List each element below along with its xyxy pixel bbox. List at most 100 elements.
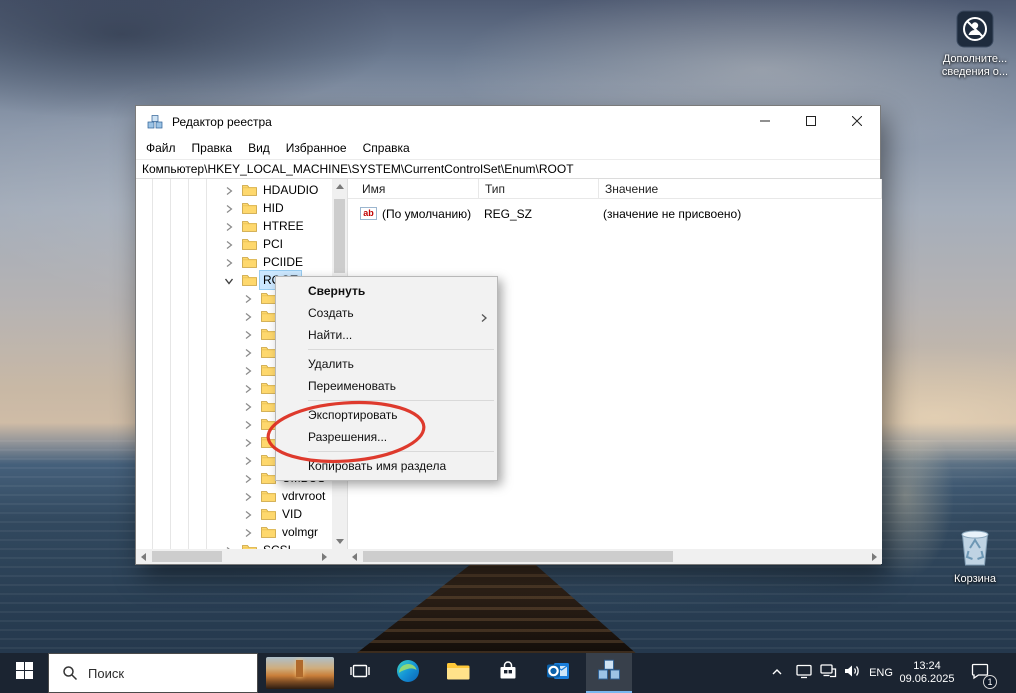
tray-expand-button[interactable] [764, 653, 790, 693]
scroll-right-button[interactable] [867, 549, 882, 564]
column-header-1[interactable]: Имя [348, 179, 479, 199]
desktop-shortcut-info[interactable]: Дополните... сведения о... [935, 10, 1015, 79]
context-menu-item[interactable]: Переименовать [276, 375, 497, 397]
chevron-collapsed-icon[interactable] [243, 455, 253, 465]
action-center-button[interactable]: 1 [958, 653, 1002, 693]
chevron-collapsed-icon[interactable] [243, 473, 253, 483]
taskbar-search-box[interactable] [48, 653, 258, 693]
chevron-collapsed-icon[interactable] [224, 185, 234, 195]
tree-item-label: vdrvroot [279, 487, 328, 505]
title-bar[interactable]: Редактор реестра [136, 106, 880, 138]
address-input[interactable] [136, 160, 880, 178]
start-button[interactable] [0, 653, 48, 693]
chevron-collapsed-icon[interactable] [243, 491, 253, 501]
outlook-button[interactable] [536, 653, 580, 693]
tree-item-label: HID [260, 199, 287, 217]
tree-item-htree[interactable]: HTREE [136, 217, 332, 235]
chevron-collapsed-icon[interactable] [224, 257, 234, 267]
store-button[interactable] [486, 653, 530, 693]
maximize-button[interactable] [788, 106, 834, 138]
scrollbar-thumb[interactable] [334, 199, 345, 273]
triangle-right-icon [872, 553, 877, 561]
scroll-right-button[interactable] [317, 549, 332, 564]
recycle-bin-icon [958, 555, 992, 572]
tree-item-pciide[interactable]: PCIIDE [136, 253, 332, 271]
menubar-item[interactable]: Справка [355, 138, 418, 159]
regedit-taskbar-button[interactable] [586, 653, 632, 693]
edge-button[interactable] [386, 653, 430, 693]
chevron-collapsed-icon[interactable] [243, 401, 253, 411]
language-indicator[interactable]: ENG [864, 653, 898, 693]
scroll-down-button[interactable] [332, 534, 347, 549]
tray-volume-button[interactable] [840, 653, 864, 693]
chevron-collapsed-icon[interactable] [243, 527, 253, 537]
news-widget-thumbnail[interactable] [266, 657, 334, 689]
minimize-button[interactable] [742, 106, 788, 138]
context-menu-item[interactable]: Свернуть [276, 280, 497, 302]
menubar-item[interactable]: Избранное [278, 138, 355, 159]
chevron-collapsed-icon[interactable] [243, 311, 253, 321]
close-icon [852, 113, 862, 131]
chevron-collapsed-icon[interactable] [243, 329, 253, 339]
context-menu-item[interactable]: Копировать имя раздела [276, 455, 497, 477]
tree-item-hid[interactable]: HID [136, 199, 332, 217]
address-bar [136, 159, 880, 179]
list-horizontal-scrollbar[interactable] [347, 549, 882, 564]
scrollbar-thumb[interactable] [152, 551, 222, 562]
window-controls [742, 106, 880, 138]
scrollbar-thumb[interactable] [363, 551, 673, 562]
tree-item-volmgr[interactable]: volmgr [136, 523, 332, 541]
tree-item-vdrvroot[interactable]: vdrvroot [136, 487, 332, 505]
tree-item-label: HTREE [260, 217, 307, 235]
column-header-3[interactable]: Значение [599, 179, 882, 199]
context-menu-item-label: Удалить [308, 357, 354, 371]
tree-item-vid[interactable]: VID [136, 505, 332, 523]
context-menu-item[interactable]: Найти... [276, 324, 497, 346]
chevron-expanded-icon[interactable] [224, 275, 234, 285]
tree-item-hdaudio[interactable]: HDAUDIO [136, 181, 332, 199]
column-header-2[interactable]: Тип [479, 179, 599, 199]
menubar-item[interactable]: Вид [240, 138, 278, 159]
tray-network-button[interactable] [816, 653, 840, 693]
scroll-left-button[interactable] [136, 549, 151, 564]
search-input[interactable] [88, 666, 238, 681]
chevron-collapsed-icon[interactable] [224, 239, 234, 249]
scrollbar-corner [332, 549, 347, 564]
scroll-up-button[interactable] [332, 179, 347, 194]
chevron-collapsed-icon[interactable] [243, 509, 253, 519]
context-menu-item[interactable]: Разрешения... [276, 426, 497, 448]
chevron-collapsed-icon[interactable] [243, 437, 253, 447]
context-menu-item[interactable]: Удалить [276, 353, 497, 375]
menubar-item[interactable]: Файл [138, 138, 184, 159]
context-menu-item[interactable]: Создать [276, 302, 497, 324]
file-explorer-button[interactable] [436, 653, 480, 693]
task-view-button[interactable] [338, 653, 382, 693]
chevron-collapsed-icon[interactable] [243, 347, 253, 357]
search-icon [62, 665, 78, 681]
folder-icon [261, 508, 276, 523]
menubar-item[interactable]: Правка [184, 138, 241, 159]
chevron-collapsed-icon[interactable] [243, 383, 253, 393]
chevron-collapsed-icon[interactable] [224, 221, 234, 231]
tray-display-button[interactable] [792, 653, 816, 693]
context-menu-item[interactable]: Экспортировать [276, 404, 497, 426]
chevron-collapsed-icon[interactable] [243, 293, 253, 303]
tray-chevron-icon [771, 664, 783, 682]
registry-editor-window: Редактор реестра ФайлПравкаВидИзбранноеС… [135, 105, 881, 565]
chevron-collapsed-icon[interactable] [243, 419, 253, 429]
tree-item-pci[interactable]: PCI [136, 235, 332, 253]
window-title: Редактор реестра [172, 106, 272, 138]
folder-icon [242, 202, 257, 217]
folder-icon [261, 346, 276, 361]
menu-separator [308, 400, 494, 401]
chevron-collapsed-icon[interactable] [224, 203, 234, 213]
recycle-bin[interactable]: Корзина [937, 524, 1013, 586]
tree-horizontal-scrollbar[interactable] [136, 549, 332, 564]
close-button[interactable] [834, 106, 880, 138]
context-menu-item-label: Найти... [308, 328, 352, 342]
scroll-left-button[interactable] [347, 549, 362, 564]
chevron-collapsed-icon[interactable] [243, 365, 253, 375]
tree-item-scsi[interactable]: SCSI [136, 541, 332, 549]
taskbar-clock[interactable]: 13:24 09.06.2025 [898, 653, 956, 693]
value-row[interactable]: ab(По умолчанию)REG_SZ(значение не присв… [348, 205, 882, 223]
